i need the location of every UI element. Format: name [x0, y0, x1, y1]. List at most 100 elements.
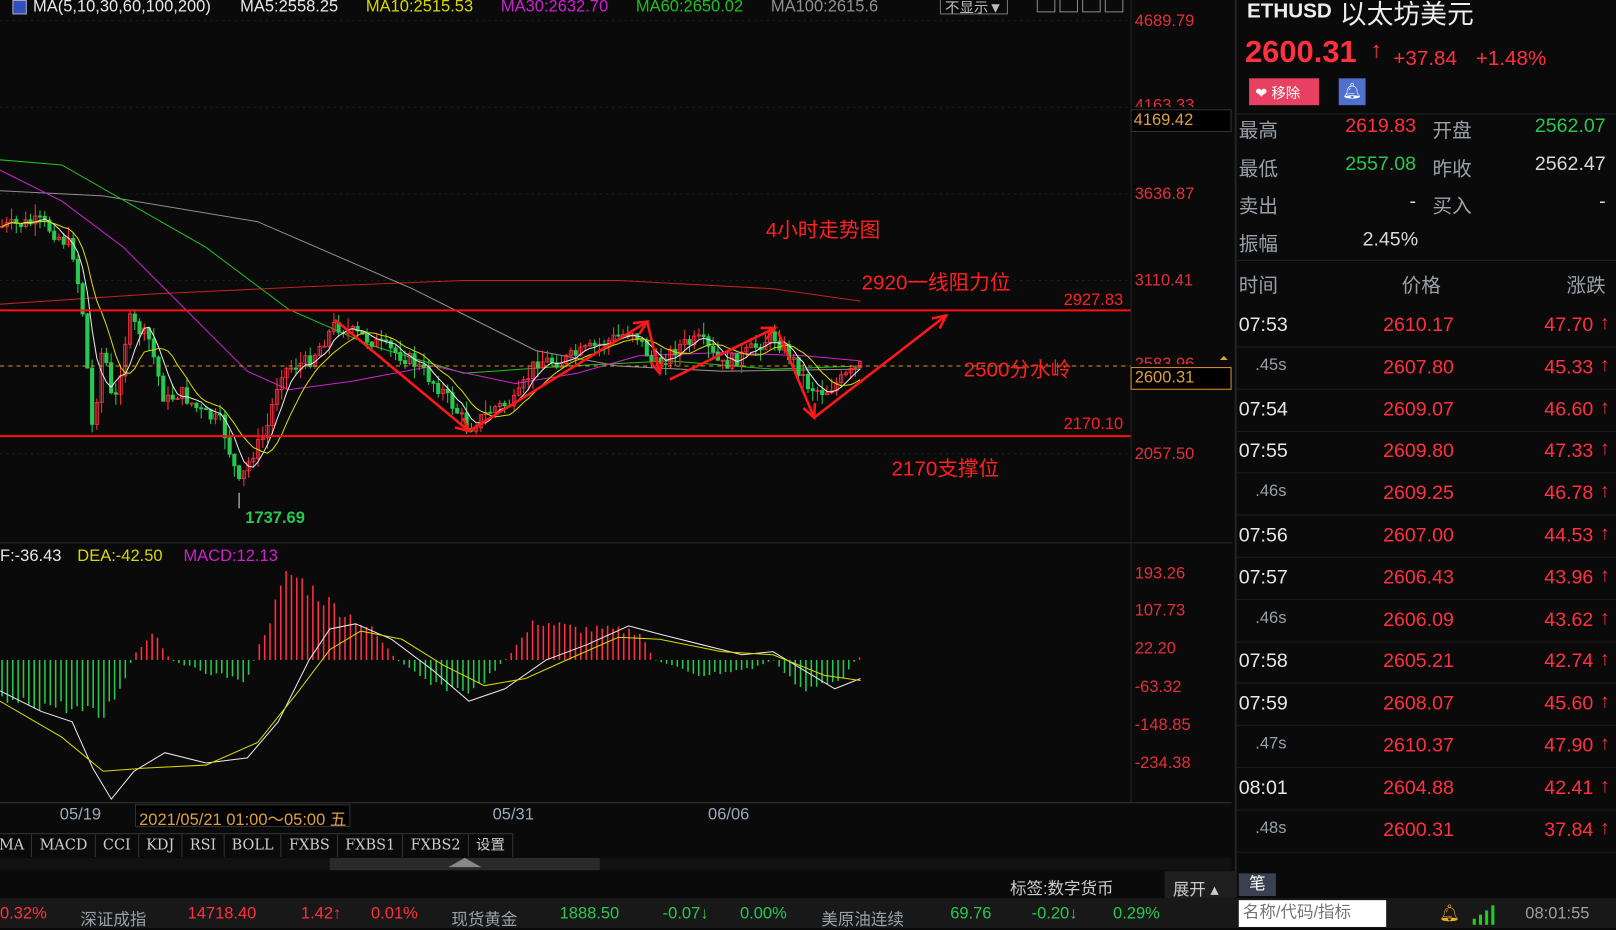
tick-row[interactable]: .46s 2609.25 46.78 ↑ [1236, 474, 1616, 516]
ticker-item[interactable]: 现货黄金 [451, 905, 517, 930]
tick-change: 45.60 [1544, 693, 1594, 715]
ticker-item: 1.42↑ [300, 905, 342, 923]
tick-row[interactable]: 08:01 2604.88 42.41 ↑ [1236, 769, 1616, 811]
stat-value: - [1409, 190, 1417, 213]
tick-row[interactable]: 07:54 2609.07 46.60 ↑ [1236, 390, 1616, 432]
candle [644, 340, 649, 357]
scrollbar-track[interactable] [0, 857, 1232, 871]
indicator-tab[interactable]: FXBS2 [403, 834, 469, 857]
crosshair-icon[interactable] [1036, 0, 1056, 13]
chart-annotation-title: 4小时走势图 [765, 219, 881, 243]
clock: 08:01:55 [1525, 905, 1590, 923]
price-change-pct: +1.48% [1475, 47, 1547, 71]
tick-row[interactable]: .48s 2600.31 37.84 ↑ [1236, 811, 1616, 853]
candle [436, 382, 441, 394]
candle [810, 388, 815, 392]
tick-time: 07:57 [1238, 566, 1288, 589]
ticker-item: 0.00% [739, 905, 787, 923]
candle [398, 352, 403, 361]
candle [75, 258, 80, 285]
stat-label: 买入 [1432, 195, 1472, 218]
header-price: 价格 [1401, 275, 1441, 297]
stat-value: 2619.83 [1345, 115, 1417, 138]
candle [455, 407, 460, 414]
indicator-tab[interactable]: 设置 [469, 834, 514, 857]
indicator-tab[interactable]: MACD [32, 834, 96, 857]
ma5-line [1, 218, 861, 468]
up-arrow-icon: ↑ [1600, 648, 1610, 671]
collapse-up-icon[interactable] [448, 857, 482, 868]
tick-price: 2608.07 [1383, 693, 1454, 715]
ma100-value: MA100:2615.6 [770, 0, 879, 16]
macd-tick: 107.73 [1134, 602, 1186, 620]
tick-time: .46s [1255, 482, 1287, 501]
ticker-item[interactable]: 美原油连续 [821, 905, 903, 930]
indicator-tab[interactable]: FXBS1 [338, 834, 404, 857]
chart-type-icon[interactable] [12, 0, 27, 15]
symbol-code: ETHUSD [1247, 0, 1332, 23]
support-annotation: 2170支撑位 [891, 457, 1000, 481]
tick-time: 08:01 [1238, 777, 1288, 799]
expand-button[interactable]: 展开 ▴ [1164, 871, 1235, 899]
alert-bell-button[interactable]: 🔔︎ [1338, 78, 1366, 106]
divider [1236, 113, 1616, 115]
tick-row[interactable]: .46s 2606.09 43.62 ↑ [1236, 601, 1616, 642]
candle [237, 465, 242, 480]
zoom-out-icon[interactable] [1082, 0, 1101, 13]
tick-change: 44.53 [1544, 524, 1594, 547]
notification-bell-icon[interactable]: 🔔︎ [1439, 903, 1460, 924]
tick-row[interactable]: 07:53 2610.17 47.70 ↑ [1236, 306, 1616, 348]
header-change: 涨跌 [1566, 275, 1606, 297]
export-icon[interactable] [1104, 0, 1124, 13]
tick-price: 2610.37 [1383, 735, 1454, 757]
divider [1236, 259, 1616, 261]
candle [725, 359, 730, 369]
up-arrow-icon: ↑ [1600, 522, 1610, 545]
indicator-tab[interactable]: CCI [96, 834, 139, 857]
remove-watchlist-button[interactable]: ❤ 移除 [1249, 78, 1320, 106]
ticker-item[interactable]: 深证成指 [80, 905, 146, 930]
tick-row[interactable]: 07:57 2606.43 43.96 ↑ [1236, 559, 1616, 600]
scrollbar-thumb[interactable] [329, 857, 600, 871]
tick-price: 2609.07 [1383, 398, 1454, 421]
tick-row[interactable]: 07:56 2607.00 44.53 ↑ [1236, 517, 1616, 558]
remove-label: 移除 [1271, 84, 1301, 102]
candle [170, 394, 175, 400]
candle [535, 361, 540, 369]
ticker-item: -0.20↓ [1031, 905, 1078, 923]
search-input[interactable] [1238, 900, 1387, 927]
ma60-line [0, 159, 861, 374]
candle [616, 334, 621, 337]
stat-label: 开盘 [1432, 120, 1472, 143]
indicator-tab[interactable]: FXBS [282, 834, 339, 857]
expand-up-icon[interactable]: ⏶ [1219, 353, 1228, 366]
tick-row[interactable]: .45s 2607.80 45.33 ↑ [1236, 348, 1616, 390]
candle [232, 453, 237, 467]
tick-row[interactable]: .47s 2610.37 47.90 ↑ [1236, 727, 1616, 769]
tick-row[interactable]: 07:59 2608.07 45.60 ↑ [1236, 685, 1616, 727]
zoom-in-icon[interactable] [1059, 0, 1079, 13]
indicator-tab[interactable]: KDJ [139, 834, 183, 857]
stat-label: 卖出 [1238, 195, 1278, 218]
candle [701, 334, 706, 338]
indicator-tab[interactable]: MA [0, 834, 33, 857]
tick-price: 2607.00 [1383, 524, 1454, 547]
display-toggle-button[interactable]: 不显示▼ [939, 0, 1008, 15]
kline-chart[interactable] [0, 0, 1131, 802]
candle [199, 407, 204, 410]
support-value-label: 2170.10 [1063, 415, 1124, 434]
candle [194, 402, 199, 409]
tick-change: 47.70 [1544, 314, 1594, 337]
tick-row[interactable]: 07:58 2605.21 42.74 ↑ [1236, 643, 1616, 685]
ticker-item: 69.76 [950, 905, 992, 923]
stat-label: 昨收 [1432, 158, 1472, 180]
tick-row[interactable]: 07:55 2609.80 47.33 ↑ [1236, 432, 1616, 474]
candle [772, 331, 777, 342]
indicator-tab[interactable]: RSI [183, 834, 225, 857]
macd-tick: 193.26 [1134, 565, 1186, 583]
candle [71, 237, 76, 260]
candle [753, 343, 758, 348]
price-tick: 3110.41 [1134, 272, 1194, 290]
indicator-tab[interactable]: BOLL [224, 834, 282, 857]
dea-line [0, 630, 861, 772]
